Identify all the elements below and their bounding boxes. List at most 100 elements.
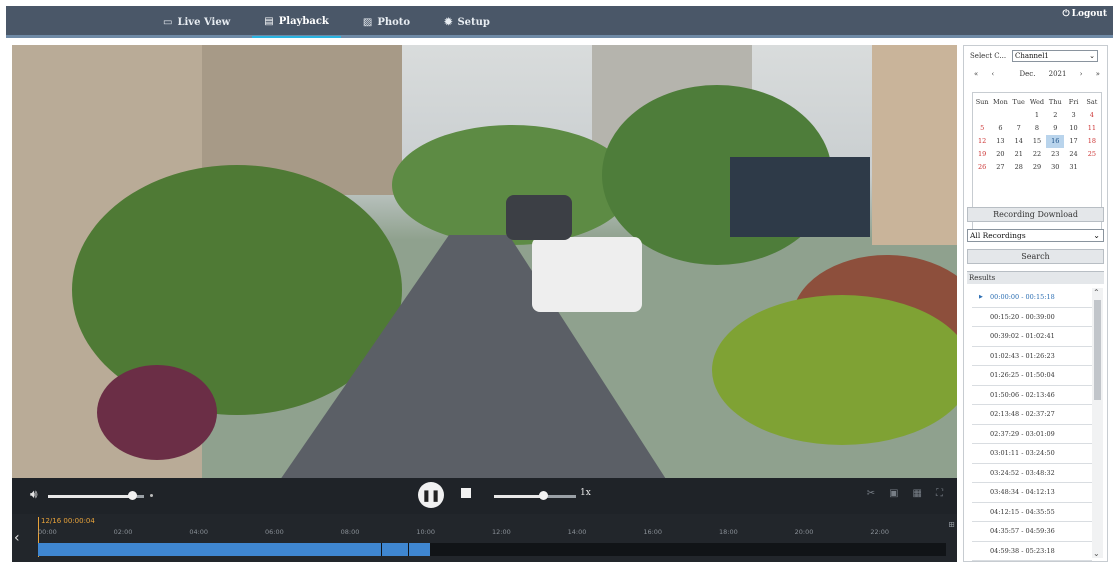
volume-icon[interactable]: 🔊︎ (30, 487, 38, 502)
calendar-day[interactable]: 6 (991, 122, 1009, 135)
nav-photo[interactable]: ▨ Photo (351, 6, 422, 38)
calendar-day[interactable]: 25 (1083, 148, 1101, 161)
timeline-recording-segment[interactable] (408, 543, 431, 556)
calendar-month[interactable]: Dec. (1020, 70, 1036, 78)
calendar-day[interactable]: 19 (973, 148, 991, 161)
calendar-day[interactable]: 13 (991, 135, 1009, 148)
result-item[interactable]: 01:26:25 - 01:50:04 (972, 366, 1092, 386)
timeline-recording-segment[interactable] (382, 543, 408, 556)
result-item[interactable]: 01:02:43 - 01:26:23 (972, 347, 1092, 366)
timeline-tick-label: 04:00 (189, 528, 209, 536)
video-view[interactable] (12, 45, 957, 478)
calendar-day[interactable]: 5 (973, 122, 991, 135)
scroll-down-icon[interactable]: ⌄ (1093, 549, 1100, 558)
speed-label: 1x (580, 488, 591, 498)
timeline-tick-label: 14:00 (567, 528, 587, 536)
logout-button[interactable]: ⏻ Logout (1063, 9, 1107, 19)
calendar-day[interactable]: 1 (1028, 109, 1046, 122)
result-item[interactable]: 03:01:11 - 03:24:50 (972, 444, 1092, 464)
result-item[interactable]: 04:59:38 - 05:23:18 (972, 542, 1092, 561)
scroll-up-icon[interactable]: ⌃ (1093, 288, 1100, 297)
result-item[interactable]: 02:37:29 - 03:01:09 (972, 425, 1092, 444)
result-item[interactable]: 03:48:34 - 04:12:13 (972, 483, 1092, 503)
timeline-zoom-icon[interactable]: ⊞ (948, 520, 955, 529)
pause-button[interactable]: ❚❚ (418, 482, 444, 508)
snapshot-icon[interactable]: ▣ (889, 488, 898, 499)
calendar-day[interactable]: 18 (1083, 135, 1101, 148)
calendar-day[interactable]: 30 (1046, 161, 1064, 174)
calendar-day[interactable]: 10 (1064, 122, 1082, 135)
nav-setup[interactable]: ✹ Setup (432, 6, 502, 38)
timeline-tick-label: 12:00 (492, 528, 511, 536)
calendar-day[interactable]: 7 (1010, 122, 1028, 135)
calendar-day[interactable]: 28 (1010, 161, 1028, 174)
calendar-next-year-icon[interactable]: » (1096, 70, 1100, 78)
results-scrollbar[interactable]: ⌃ ⌄ (1092, 288, 1103, 558)
stop-button[interactable] (461, 488, 471, 498)
calendar-weekday: Sun (975, 98, 989, 106)
calendar-day[interactable]: 9 (1046, 122, 1064, 135)
calendar-nav: « ‹ Dec. 2021 › » (974, 70, 1100, 78)
result-item[interactable]: 03:24:52 - 03:48:32 (972, 464, 1092, 483)
result-time-range: 00:39:02 - 01:02:41 (990, 332, 1055, 341)
calendar-day[interactable]: 15 (1028, 135, 1046, 148)
calendar-day[interactable]: 4 (1083, 109, 1101, 122)
recording-type-select[interactable]: All Recordings ⌄ (967, 229, 1104, 242)
timeline-bar[interactable] (38, 543, 946, 556)
calendar-prev-year-icon[interactable]: « (974, 70, 978, 78)
timeline-tick-label: 18:00 (719, 528, 738, 536)
result-item[interactable]: 00:39:02 - 01:02:41 (972, 327, 1092, 347)
result-item[interactable]: 01:50:06 - 02:13:46 (972, 386, 1092, 405)
timeline-tick-label: 08:00 (340, 528, 360, 536)
calendar-next-month-icon[interactable]: › (1080, 70, 1083, 78)
speed-knob[interactable] (539, 491, 549, 500)
calendar-day[interactable]: 2 (1046, 109, 1064, 122)
calendar-day[interactable]: 21 (1010, 148, 1028, 161)
calendar-day[interactable]: 31 (1064, 161, 1082, 174)
calendar-year[interactable]: 2021 (1049, 70, 1067, 78)
top-nav-bar: ▭ Live View ▤ Playback ▨ Photo ✹ Setup ⏻… (6, 6, 1113, 38)
speed-slider[interactable] (494, 495, 576, 498)
timeline-tick-label: 16:00 (643, 528, 663, 536)
calendar-day[interactable]: 24 (1064, 148, 1082, 161)
timeline-prev-icon[interactable]: ‹ (14, 530, 20, 546)
result-item[interactable]: 02:13:48 - 02:37:27 (972, 405, 1092, 425)
control-icons: ✂ ▣ ▦ ⛶ (853, 488, 943, 499)
calendar-prev-month-icon[interactable]: ‹ (992, 70, 995, 78)
result-item[interactable]: ▶ 00:00:00 - 00:15:18 (972, 288, 1092, 308)
search-button[interactable]: Search (967, 249, 1104, 264)
timeline[interactable]: ‹ 12/16 00:00:04 00:00 02:00 04:00 06:00 08:… (12, 514, 957, 562)
nav-playback-label: Playback (278, 15, 329, 27)
result-item[interactable]: 04:12:15 - 04:35:55 (972, 503, 1092, 522)
calendar-day[interactable]: 20 (991, 148, 1009, 161)
calendar-day[interactable]: 8 (1028, 122, 1046, 135)
timeline-recording-segment[interactable] (38, 543, 382, 556)
nav-live-view[interactable]: ▭ Live View (151, 6, 242, 38)
fullscreen-icon[interactable]: ⛶ (936, 488, 943, 499)
calendar-day (1083, 161, 1101, 174)
result-item[interactable]: 00:15:20 - 00:39:00 (972, 308, 1092, 327)
chevron-down-icon: ⌄ (1089, 52, 1095, 60)
calendar-day[interactable]: 23 (1046, 148, 1064, 161)
calendar-day[interactable]: 16 (1046, 135, 1065, 148)
calendar-day[interactable]: 12 (973, 135, 991, 148)
calendar-day[interactable]: 3 (1064, 109, 1082, 122)
result-item[interactable]: 04:35:57 - 04:59:36 (972, 522, 1092, 542)
chevron-down-icon: ⌄ (1093, 231, 1100, 240)
calendar-day[interactable]: 17 (1064, 135, 1082, 148)
calendar-day[interactable]: 14 (1010, 135, 1028, 148)
scroll-thumb[interactable] (1094, 300, 1101, 400)
calendar-day[interactable]: 29 (1028, 161, 1046, 174)
channel-select-value: Channel1 (1015, 52, 1049, 60)
calendar-day[interactable]: 11 (1083, 122, 1101, 135)
channel-select[interactable]: Channel1 ⌄ (1012, 50, 1098, 62)
calendar-day[interactable]: 27 (991, 161, 1009, 174)
calendar-day[interactable]: 22 (1028, 148, 1046, 161)
volume-knob[interactable] (128, 491, 138, 500)
clip-icon[interactable]: ✂ (867, 488, 875, 499)
calendar-day[interactable]: 26 (973, 161, 991, 174)
nav-photo-label: Photo (377, 16, 411, 28)
nav-playback[interactable]: ▤ Playback (252, 6, 341, 38)
zoom-icon[interactable]: ▦ (913, 488, 922, 499)
recording-download-button[interactable]: Recording Download (967, 207, 1104, 222)
